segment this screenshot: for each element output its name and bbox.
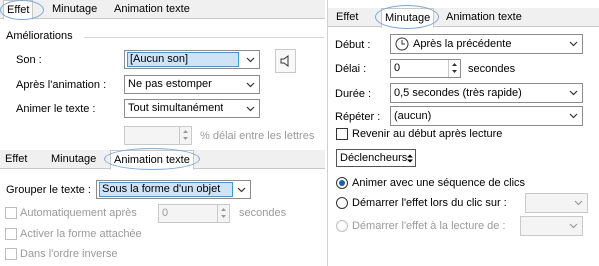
repeter-label: Répéter : xyxy=(335,111,381,123)
auto-apres-checkbox[interactable] xyxy=(5,207,17,219)
delai-label: Délai : xyxy=(335,63,367,75)
ordre-inverse-label: Dans l'ordre inverse xyxy=(20,248,118,260)
timing-panel: Effet Minutage Animation texte Début : A… xyxy=(327,0,599,266)
chevron-down-icon xyxy=(565,107,582,124)
revenir-label: Revenir au début après lecture xyxy=(352,128,503,140)
lecture-de-dropdown[interactable] xyxy=(520,216,583,236)
son-dropdown[interactable]: [Aucun son] xyxy=(124,50,260,69)
declencheurs-button[interactable]: Déclencheurs xyxy=(336,149,416,167)
apres-animation-dropdown[interactable]: Ne pas estomper xyxy=(124,75,260,94)
auto-apres-value: 0 xyxy=(162,207,169,219)
grouper-value: Sous la forme d'un objet xyxy=(99,182,233,197)
debut-value: Après la précédente xyxy=(413,38,512,50)
delai-suffix: secondes xyxy=(468,63,516,75)
tab-animation-texte[interactable]: Animation texte xyxy=(443,8,525,27)
auto-apres-spinner[interactable]: 0 xyxy=(158,204,230,223)
timing-tabbar: Effet Minutage Animation texte xyxy=(328,8,599,28)
grouper-dropdown[interactable]: Sous la forme d'un objet xyxy=(96,180,251,199)
tab-animation-texte[interactable]: Animation texte xyxy=(110,150,194,170)
radio-clic-sur[interactable] xyxy=(336,197,348,209)
tab-minutage[interactable]: Minutage xyxy=(49,0,100,19)
clic-sur-dropdown[interactable] xyxy=(525,193,588,213)
chevron-down-icon xyxy=(570,194,587,211)
delai-value: 0 xyxy=(394,62,401,74)
delai-lettres-suffix: % délai entre les lettres xyxy=(200,130,315,142)
spin-up-icon[interactable] xyxy=(218,205,229,213)
apres-animation-label: Après l'animation : xyxy=(16,79,107,91)
tab-minutage[interactable]: Minutage xyxy=(381,8,435,28)
tab-minutage[interactable]: Minutage xyxy=(48,150,99,169)
delai-spinner[interactable]: 0 xyxy=(390,59,461,78)
animer-texte-dropdown[interactable]: Tout simultanément xyxy=(124,99,260,118)
chevron-down-icon xyxy=(242,100,259,117)
auto-apres-label: Automatiquement après xyxy=(20,207,137,219)
duree-value: 0,5 secondes (très rapide) xyxy=(394,87,522,99)
debut-label: Début : xyxy=(335,39,371,51)
declencheurs-label: Déclencheurs xyxy=(340,152,408,164)
spin-down-icon[interactable] xyxy=(180,135,191,143)
section-title-ameliorations: Améliorations xyxy=(6,30,73,42)
forme-attachee-checkbox[interactable] xyxy=(5,228,17,240)
expand-toggle-icon xyxy=(406,153,414,167)
radio-lecture-de[interactable] xyxy=(336,220,348,232)
chevron-down-icon xyxy=(233,181,250,198)
auto-apres-suffix: secondes xyxy=(239,207,287,219)
delai-lettres-spinner[interactable] xyxy=(124,126,192,145)
effect-tabbar: Effet Minutage Animation texte xyxy=(0,0,325,20)
spin-down-icon[interactable] xyxy=(449,68,460,76)
radio-sequence-clics[interactable] xyxy=(336,177,348,189)
chevron-down-icon xyxy=(242,76,259,93)
revenir-checkbox[interactable] xyxy=(336,128,348,140)
tab-animation-texte[interactable]: Animation texte xyxy=(111,0,193,19)
tab-effet[interactable]: Effet xyxy=(333,8,361,27)
son-label: Son : xyxy=(16,54,42,66)
duree-label: Durée : xyxy=(335,88,372,100)
duree-dropdown[interactable]: 0,5 secondes (très rapide) xyxy=(390,83,583,103)
debut-dropdown[interactable]: Après la précédente xyxy=(390,34,583,54)
radio-lecture-de-label: Démarrer l'effet à la lecture de : xyxy=(352,220,506,232)
chevron-down-icon xyxy=(565,217,582,234)
chevron-down-icon xyxy=(565,84,582,101)
repeter-value: (aucun) xyxy=(394,110,432,122)
apres-animation-value: Ne pas estomper xyxy=(128,78,212,90)
spin-down-icon[interactable] xyxy=(218,213,229,221)
spin-up-icon[interactable] xyxy=(180,127,191,135)
tab-effet[interactable]: Effet xyxy=(3,0,34,20)
section-divider xyxy=(84,37,324,38)
chevron-down-icon xyxy=(565,35,582,52)
animer-texte-label: Animer le texte : xyxy=(16,103,96,115)
text-anim-tabbar: Effet Minutage Animation texte xyxy=(0,150,325,170)
grouper-label: Grouper le texte : xyxy=(6,184,91,196)
son-value: [Aucun son] xyxy=(127,52,239,67)
animer-texte-value: Tout simultanément xyxy=(128,102,224,114)
clock-icon xyxy=(395,37,409,54)
radio-sequence-clics-label: Animer avec une séquence de clics xyxy=(352,177,526,189)
ordre-inverse-checkbox[interactable] xyxy=(5,248,17,260)
speaker-icon[interactable] xyxy=(275,49,296,73)
forme-attachee-label: Activer la forme attachée xyxy=(20,228,142,240)
repeter-dropdown[interactable]: (aucun) xyxy=(390,106,583,126)
chevron-down-icon xyxy=(242,51,259,68)
radio-clic-sur-label: Démarrer l'effet lors du clic sur : xyxy=(352,197,507,209)
spin-up-icon[interactable] xyxy=(449,60,460,68)
tab-effet[interactable]: Effet xyxy=(2,150,30,169)
